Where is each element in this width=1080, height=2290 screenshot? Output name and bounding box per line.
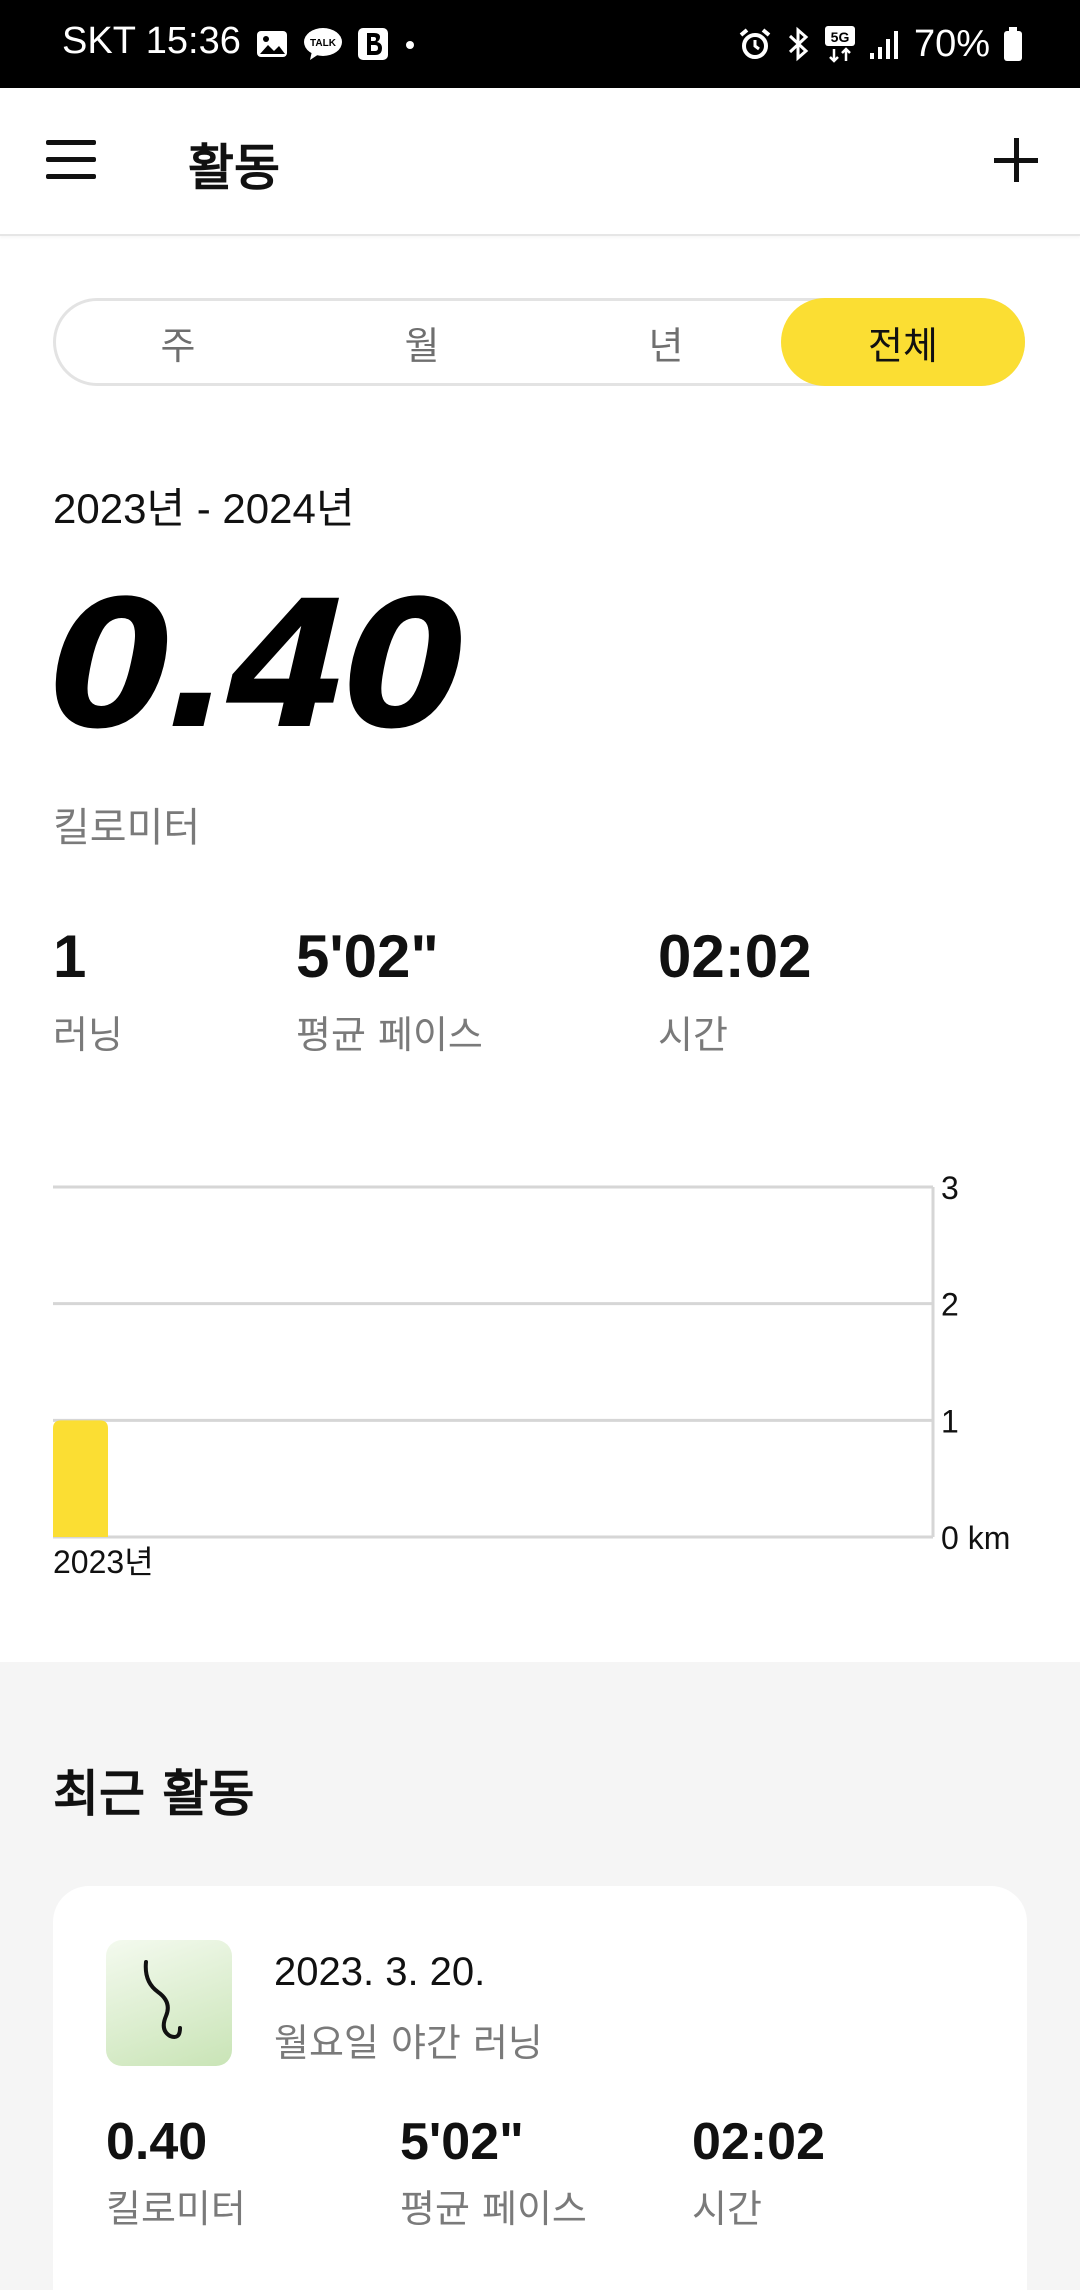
activity-time-label: 시간: [692, 2187, 762, 2231]
5g-icon: 5G: [824, 26, 855, 63]
activity-pace-label: 평균 페이스: [400, 2187, 587, 2231]
y-tick-label: 0 km: [941, 1520, 1010, 1556]
status-bar: SKT 15:36 TALK 5G 70%: [0, 0, 1080, 88]
date-range: 2023년 - 2024년: [53, 485, 355, 532]
route-map-icon: [106, 1940, 232, 2066]
distance-chart: 0 km 1 2 3 2023년: [53, 1170, 1010, 1580]
app-header: 활동: [0, 88, 1080, 236]
battery-percent: 70%: [913, 22, 990, 65]
y-tick-label: 1: [941, 1403, 959, 1439]
activity-distance: 0.40: [106, 2113, 208, 2171]
activity-pace: 5'02": [400, 2113, 524, 2171]
tab-all[interactable]: 전체: [781, 298, 1025, 386]
talk-icon: TALK: [304, 28, 342, 60]
battery-icon: [1004, 27, 1022, 61]
add-activity-icon[interactable]: [994, 138, 1038, 182]
system-icons: 5G 70%: [738, 22, 1024, 66]
avg-pace: 5'02": [296, 923, 439, 990]
bluetooth-icon: [788, 26, 809, 62]
distance-unit: 킬로미터: [53, 805, 201, 851]
notification-icons: TALK: [255, 24, 417, 64]
svg-text:TALK: TALK: [310, 38, 337, 49]
status-time: SKT 15:36: [62, 20, 241, 62]
menu-icon[interactable]: [46, 140, 98, 180]
y-tick-label: 3: [941, 1170, 959, 1206]
b-icon: [358, 28, 388, 60]
period-tabs: 주 월 년 전체: [53, 298, 1025, 386]
page-title: 활동: [188, 139, 280, 197]
tab-year[interactable]: 년: [544, 298, 788, 386]
total-distance: 0.40: [46, 563, 464, 768]
activity-name: 월요일 야간 러닝: [274, 2021, 543, 2065]
activity-date: 2023. 3. 20.: [274, 1950, 486, 1994]
alarm-icon: [739, 28, 771, 59]
tab-month[interactable]: 월: [300, 298, 544, 386]
run-count-label: 러닝: [53, 1013, 123, 1057]
total-time-label: 시간: [658, 1013, 728, 1057]
signal-icon: [869, 31, 898, 59]
tab-week[interactable]: 주: [56, 298, 300, 386]
chart-bar[interactable]: [53, 1420, 108, 1537]
svg-text:5G: 5G: [831, 29, 850, 45]
activity-time: 02:02: [692, 2113, 825, 2171]
total-time: 02:02: [658, 923, 812, 990]
gallery-icon: [257, 31, 287, 57]
x-tick-label: 2023년: [53, 1544, 154, 1580]
recent-title: 최근 활동: [53, 1765, 255, 1823]
activity-distance-label: 킬로미터: [106, 2187, 246, 2231]
y-tick-label: 2: [941, 1287, 959, 1323]
avg-pace-label: 평균 페이스: [296, 1013, 483, 1057]
dot-icon: [406, 41, 414, 49]
run-count: 1: [53, 923, 87, 990]
